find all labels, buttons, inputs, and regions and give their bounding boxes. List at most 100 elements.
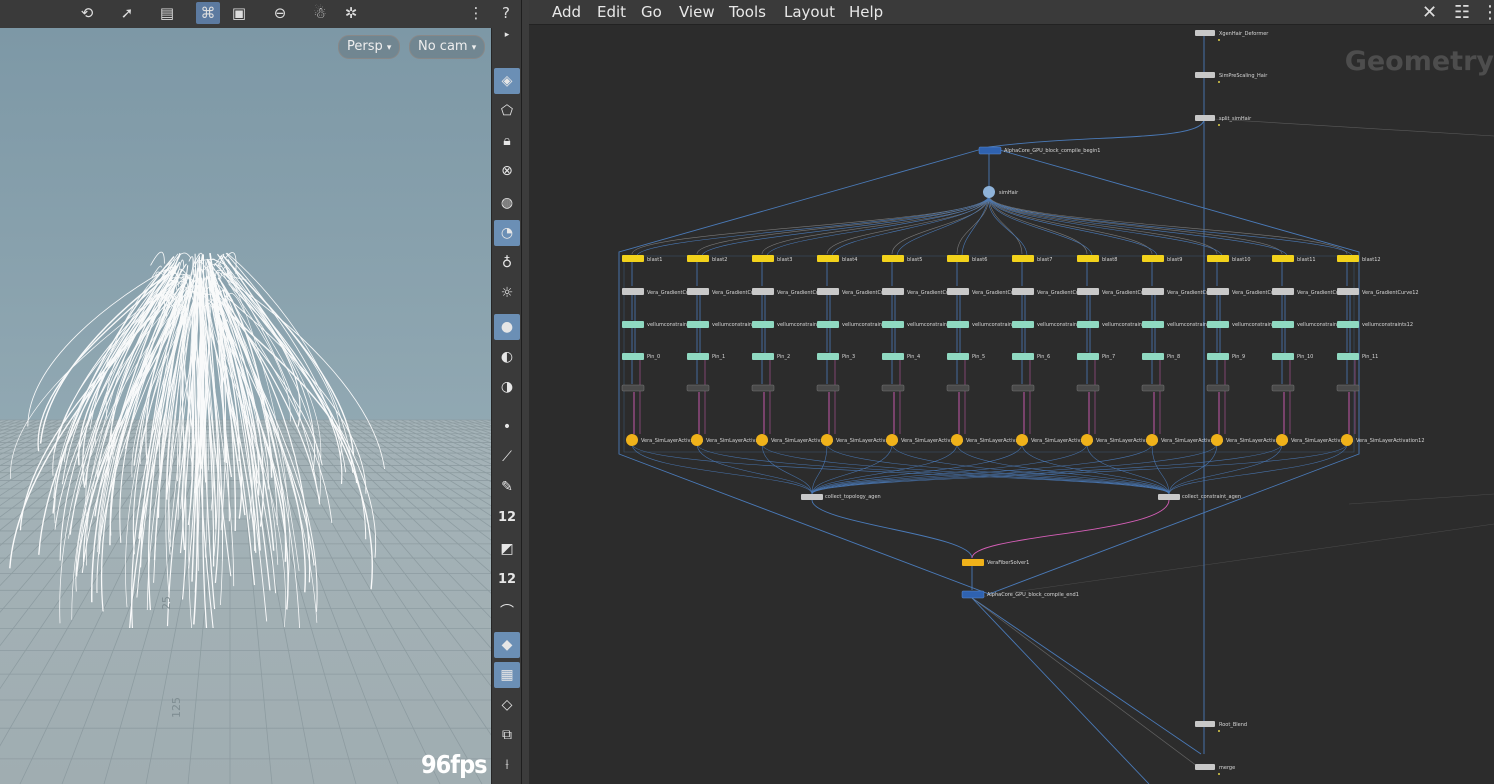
node-pin-1[interactable] (687, 353, 709, 360)
node-pin-10[interactable] (1272, 353, 1294, 360)
menu-view[interactable]: View (679, 3, 715, 21)
eraser-icon[interactable]: ◩ (494, 536, 520, 562)
node-bypassed-9[interactable] (1206, 384, 1230, 392)
node-vellum-11[interactable] (1337, 321, 1359, 328)
node-vellum-3[interactable] (817, 321, 839, 328)
node-curve-4[interactable] (882, 288, 904, 295)
node-vellum-2[interactable] (752, 321, 774, 328)
node-bypassed-11[interactable] (1336, 384, 1360, 392)
node-bypassed-3[interactable] (816, 384, 840, 392)
menu-go[interactable]: Go (641, 3, 662, 21)
node-bypassed-8[interactable] (1141, 384, 1165, 392)
snapshot-icon[interactable]: ▣ (227, 2, 251, 24)
node-curve-1[interactable] (687, 288, 709, 295)
node-activation-1[interactable] (691, 434, 703, 446)
node-activation-9[interactable] (1211, 434, 1223, 446)
display-options-icon[interactable]: ⋮ (464, 2, 488, 24)
node-vellum-7[interactable] (1077, 321, 1099, 328)
node-activation-2[interactable] (756, 434, 768, 446)
node-pin-7[interactable] (1077, 353, 1099, 360)
node-blast4[interactable] (817, 255, 839, 262)
node-blast11[interactable] (1272, 255, 1294, 262)
node-blast7[interactable] (1012, 255, 1034, 262)
snap-value-2[interactable]: 12 (494, 566, 520, 592)
node-bypassed-10[interactable] (1271, 384, 1295, 392)
node-curve-2[interactable] (752, 288, 774, 295)
ghost-icon[interactable]: ⬠ (494, 98, 520, 124)
node-xgenhair-deformer[interactable] (1195, 30, 1215, 36)
node-curve-8[interactable] (1142, 288, 1164, 295)
stop-icon[interactable]: ⊖ (268, 2, 292, 24)
node-bypassed-0[interactable] (621, 384, 645, 392)
node-activation-4[interactable] (886, 434, 898, 446)
more-icon[interactable]: ⋮ (1481, 2, 1494, 23)
headlight-icon[interactable]: ♁ (494, 250, 520, 276)
node-curve-10[interactable] (1272, 288, 1294, 295)
menu-add[interactable]: Add (552, 3, 581, 21)
sphere-icon[interactable]: ◍ (494, 190, 520, 216)
node-curve-11[interactable] (1337, 288, 1359, 295)
camera-select-button[interactable]: No cam ▾ (409, 35, 486, 59)
node-activation-0[interactable] (626, 434, 638, 446)
node-activation-5[interactable] (951, 434, 963, 446)
close-circle-icon[interactable]: ⊗ (494, 158, 520, 184)
tree-view-icon[interactable]: ☷ (1454, 2, 1470, 23)
layer-icon[interactable]: ◇ (494, 692, 520, 718)
node-activation-3[interactable] (821, 434, 833, 446)
curve-icon[interactable]: ⌒ (494, 598, 520, 624)
shading-icon[interactable]: ● (494, 314, 520, 340)
scene-viewport[interactable]: ⟲ ➚ ▤ ⌘ ▣ ⊖ ☃ ✲ ⋮ ? 25 125 Persp ▾ No ca… (0, 0, 521, 784)
node-vellum-9[interactable] (1207, 321, 1229, 328)
node-pin-6[interactable] (1012, 353, 1034, 360)
pen-icon[interactable]: ✎ (494, 474, 520, 500)
camera-menu-button[interactable]: Persp ▾ (338, 35, 401, 59)
node-bypassed-1[interactable] (686, 384, 710, 392)
checker-icon[interactable]: ▦ (494, 662, 520, 688)
node-blast2[interactable] (687, 255, 709, 262)
light-add-icon[interactable]: ☼ (494, 280, 520, 306)
help-icon[interactable]: ? (494, 2, 518, 24)
node-split-simhair[interactable] (1195, 115, 1215, 121)
light-bulb-icon[interactable]: ◔ (494, 220, 520, 246)
node-vellum-4[interactable] (882, 321, 904, 328)
node-pin-8[interactable] (1142, 353, 1164, 360)
lock-icon[interactable]: 🔒︎ (494, 128, 520, 154)
visualize-icon[interactable]: ◐ (494, 344, 520, 370)
menu-layout[interactable]: Layout (784, 3, 835, 21)
menu-help[interactable]: Help (849, 3, 883, 21)
menu-tools[interactable]: Tools (729, 3, 766, 21)
orbit-tool-icon[interactable]: ⟲ (75, 2, 99, 24)
node-bypassed-7[interactable] (1076, 384, 1100, 392)
node-simprescaling-hair[interactable] (1195, 72, 1215, 78)
node-pin-4[interactable] (882, 353, 904, 360)
node-blast12[interactable] (1337, 255, 1359, 262)
node-pin-11[interactable] (1337, 353, 1359, 360)
node-bypassed-4[interactable] (881, 384, 905, 392)
node-graph[interactable]: XgenHair_Deformer SimPreScaling_Hairsplit… (529, 24, 1494, 784)
node-vellum-8[interactable] (1142, 321, 1164, 328)
node-blast8[interactable] (1077, 255, 1099, 262)
node-curve-9[interactable] (1207, 288, 1229, 295)
collapse-arrow-icon[interactable]: ▸ (494, 30, 520, 40)
node-vellum-5[interactable] (947, 321, 969, 328)
select-tool-icon[interactable]: ➚ (115, 2, 139, 24)
frame-icon[interactable]: ⧉ (494, 722, 520, 748)
background-icon[interactable]: ◑ (494, 374, 520, 400)
transform-tool-icon[interactable]: ▤ (155, 2, 179, 24)
node-vellum-0[interactable] (622, 321, 644, 328)
node-blast10[interactable] (1207, 255, 1229, 262)
viewport-scene[interactable]: 25 125 (0, 28, 491, 784)
snap-value-1[interactable]: 12 (494, 504, 520, 530)
node-activation-11[interactable] (1341, 434, 1353, 446)
node-collect-constraint[interactable] (1158, 494, 1180, 500)
node-curve-7[interactable] (1077, 288, 1099, 295)
node-alphacore-end[interactable] (961, 590, 985, 599)
point-icon[interactable]: • (494, 414, 520, 440)
network-editor[interactable]: Add Edit Go View Tools Layout Help ✕ ☷ ⋮… (529, 0, 1494, 784)
node-blast3[interactable] (752, 255, 774, 262)
node-bypassed-2[interactable] (751, 384, 775, 392)
node-curve-0[interactable] (622, 288, 644, 295)
node-alphacore-begin[interactable] (978, 146, 1002, 155)
node-activation-7[interactable] (1081, 434, 1093, 446)
node-vellum-6[interactable] (1012, 321, 1034, 328)
